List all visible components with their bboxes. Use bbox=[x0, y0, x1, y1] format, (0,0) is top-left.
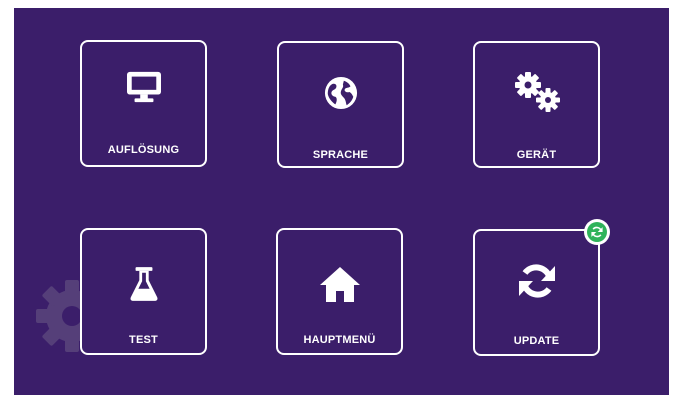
home-icon bbox=[319, 267, 360, 302]
tile-label: TEST bbox=[129, 334, 158, 346]
flask-icon bbox=[130, 267, 157, 301]
tile-label: AUFLÖSUNG bbox=[107, 144, 180, 156]
tile-aufloesung[interactable]: AUFLÖSUNG bbox=[80, 40, 207, 167]
tile-label: GERÄT bbox=[516, 149, 557, 161]
tile-label: HAUPTMENÜ bbox=[303, 334, 376, 346]
settings-screen: AUFLÖSUNG SPRACHE GERÄT TEST HAUPTMENÜ U… bbox=[14, 8, 669, 395]
gears-icon bbox=[514, 72, 560, 112]
sync-badge-icon bbox=[591, 226, 603, 238]
tile-hauptmenue[interactable]: HAUPTMENÜ bbox=[276, 228, 403, 355]
monitor-icon bbox=[126, 71, 161, 103]
tile-label: SPRACHE bbox=[312, 149, 369, 161]
update-badge bbox=[584, 219, 610, 245]
sync-icon bbox=[518, 264, 555, 298]
tile-label: UPDATE bbox=[513, 335, 560, 347]
tile-update[interactable]: UPDATE bbox=[473, 229, 600, 356]
globe-icon bbox=[324, 76, 357, 110]
tile-test[interactable]: TEST bbox=[80, 228, 207, 355]
tile-geraet[interactable]: GERÄT bbox=[473, 41, 600, 168]
tile-sprache[interactable]: SPRACHE bbox=[277, 41, 404, 168]
